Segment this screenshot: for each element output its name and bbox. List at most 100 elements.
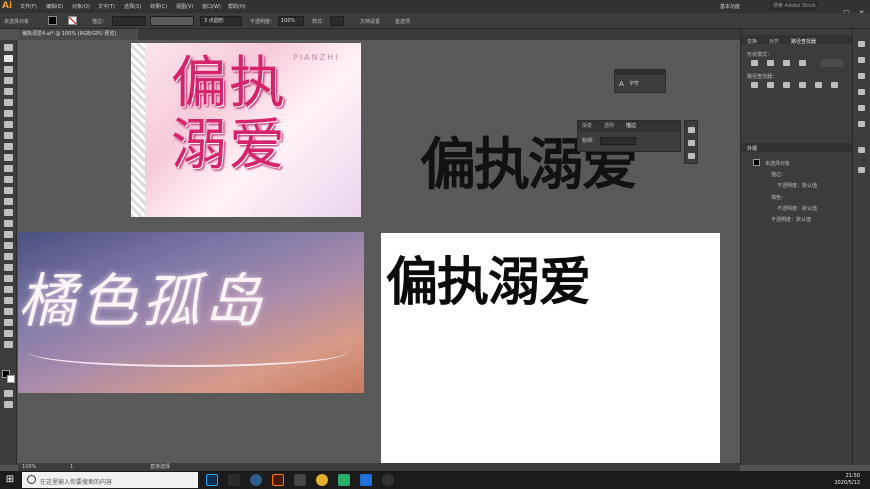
artboard-number[interactable]: 1 — [70, 465, 73, 470]
app-icon[interactable] — [360, 474, 372, 486]
menu-window[interactable]: 窗口(W) — [202, 3, 221, 10]
type-tool-icon[interactable] — [4, 110, 13, 117]
pen-tool-icon[interactable] — [4, 88, 13, 95]
unite-icon[interactable] — [751, 60, 758, 66]
scale-tool-icon[interactable] — [4, 187, 13, 194]
paintbrush-tool-icon[interactable] — [4, 143, 13, 150]
minus-back-icon[interactable] — [831, 82, 838, 88]
tab-gradient[interactable]: 渐变 — [582, 124, 592, 129]
transparency-panel-icon[interactable] — [688, 140, 695, 146]
zoom-tool-icon[interactable] — [4, 341, 13, 348]
lasso-tool-icon[interactable] — [4, 77, 13, 84]
line-tool-icon[interactable] — [4, 121, 13, 128]
appearance-title[interactable]: 外观 — [747, 145, 757, 152]
stroke-swatch[interactable] — [68, 16, 77, 25]
document-setup-button[interactable]: 文档设置 — [360, 18, 380, 25]
layers-icon[interactable] — [858, 167, 865, 173]
magic-wand-tool-icon[interactable] — [4, 66, 13, 73]
illustrator-icon[interactable] — [272, 474, 284, 486]
brush-select[interactable]: 3 点圆形 — [200, 16, 242, 26]
artboard-tool-icon[interactable] — [4, 308, 13, 315]
zoom-level[interactable]: 100% — [22, 465, 36, 470]
stroke-panel-icon[interactable] — [688, 153, 695, 159]
appearance-row[interactable]: 不透明度：默认值 — [777, 182, 817, 189]
width-tool-icon[interactable] — [4, 198, 13, 205]
rectangle-tool-icon[interactable] — [4, 132, 13, 139]
character-icon[interactable]: A — [619, 80, 624, 88]
appearance-row[interactable]: 不透明度：默认值 — [771, 216, 811, 223]
tab-transparency[interactable]: 透明 — [604, 124, 614, 129]
properties-icon[interactable] — [858, 147, 865, 153]
crop-icon[interactable] — [799, 82, 806, 88]
appearance-row[interactable]: 描边： — [771, 171, 786, 178]
tab-stroke[interactable]: 描边 — [626, 124, 636, 129]
eraser-tool-icon[interactable] — [4, 165, 13, 172]
variable-width-profile[interactable] — [150, 16, 194, 26]
hand-tool-icon[interactable] — [4, 330, 13, 337]
mesh-tool-icon[interactable] — [4, 242, 13, 249]
taskbar-search-box[interactable]: 在这里输入你要搜索的内容 — [22, 472, 198, 488]
stroke-weight-input[interactable] — [112, 16, 146, 26]
symbol-sprayer-tool-icon[interactable] — [4, 286, 13, 293]
menu-edit[interactable]: 编辑(E) — [46, 3, 63, 10]
menu-view[interactable]: 视图(V) — [176, 3, 193, 10]
expand-button[interactable] — [821, 59, 843, 67]
selection-tool-icon[interactable] — [4, 44, 13, 51]
tab-transform[interactable]: 变换 — [747, 38, 757, 45]
menu-help[interactable]: 帮助(H) — [228, 3, 246, 10]
explorer-icon[interactable] — [228, 474, 240, 486]
menu-object[interactable]: 对象(O) — [72, 3, 90, 10]
slice-tool-icon[interactable] — [4, 319, 13, 326]
rotate-tool-icon[interactable] — [4, 176, 13, 183]
trim-icon[interactable] — [767, 82, 774, 88]
exclude-icon[interactable] — [799, 60, 806, 66]
tab-pathfinder[interactable]: 路径查找器 — [791, 38, 816, 45]
app-icon[interactable] — [294, 474, 306, 486]
menu-select[interactable]: 选择(S) — [124, 3, 141, 10]
gradient-tool-icon[interactable] — [4, 253, 13, 260]
graphic-styles-icon[interactable] — [858, 121, 865, 127]
intersect-icon[interactable] — [783, 60, 790, 66]
curvature-tool-icon[interactable] — [4, 99, 13, 106]
symbols-icon[interactable] — [858, 105, 865, 111]
chrome-icon[interactable] — [316, 474, 328, 486]
merge-icon[interactable] — [783, 82, 790, 88]
swatches-icon[interactable] — [858, 73, 865, 79]
artboard-text-object[interactable]: 偏执溺爱 — [386, 240, 591, 315]
eyedropper-tool-icon[interactable] — [4, 264, 13, 271]
windows-start-icon[interactable]: ⊞ — [0, 471, 20, 489]
browser-icon[interactable] — [250, 474, 262, 486]
divide-icon[interactable] — [751, 82, 758, 88]
shape-builder-tool-icon[interactable] — [4, 220, 13, 227]
pencil-tool-icon[interactable] — [4, 154, 13, 161]
stock-search-input[interactable]: 搜索 Adobe Stock — [770, 2, 818, 11]
color-panel-icon[interactable] — [858, 41, 865, 47]
photoshop-icon[interactable] — [206, 474, 218, 486]
minus-front-icon[interactable] — [767, 60, 774, 66]
tab-align[interactable]: 对齐 — [769, 38, 779, 45]
style-picker[interactable] — [330, 16, 344, 26]
taskbar-clock[interactable]: 21:50 2020/5/12 — [800, 473, 860, 487]
fill-swatch[interactable] — [48, 16, 57, 25]
appearance-row[interactable]: 填色： — [771, 194, 786, 201]
poster-pink-artwork[interactable]: 偏执溺爱 PIANZHI — [131, 43, 361, 217]
weight-input[interactable] — [600, 137, 636, 145]
opacity-input[interactable]: 100% — [278, 16, 304, 26]
app-icon[interactable] — [382, 474, 394, 486]
menu-type[interactable]: 文字(T) — [98, 3, 115, 10]
document-tab[interactable]: 偏执溺爱4.ai* @ 100% (RGB/GPU 预览) — [18, 29, 138, 40]
panel-header[interactable] — [615, 70, 665, 75]
workspace-switcher[interactable]: 基本功能 — [720, 3, 740, 10]
draw-mode-icon[interactable] — [4, 390, 13, 397]
menu-file[interactable]: 文件(F) — [20, 3, 37, 10]
menu-effect[interactable]: 效果(C) — [150, 3, 167, 10]
perspective-grid-tool-icon[interactable] — [4, 231, 13, 238]
column-graph-tool-icon[interactable] — [4, 297, 13, 304]
direct-selection-tool-icon[interactable] — [4, 55, 13, 62]
preferences-button[interactable]: 首选项 — [395, 18, 410, 25]
appearance-row[interactable]: 不透明度：默认值 — [777, 205, 817, 212]
screen-mode-icon[interactable] — [4, 401, 13, 408]
gradient-panel-icon[interactable] — [688, 127, 695, 133]
wechat-icon[interactable] — [338, 474, 350, 486]
brushes-icon[interactable] — [858, 89, 865, 95]
